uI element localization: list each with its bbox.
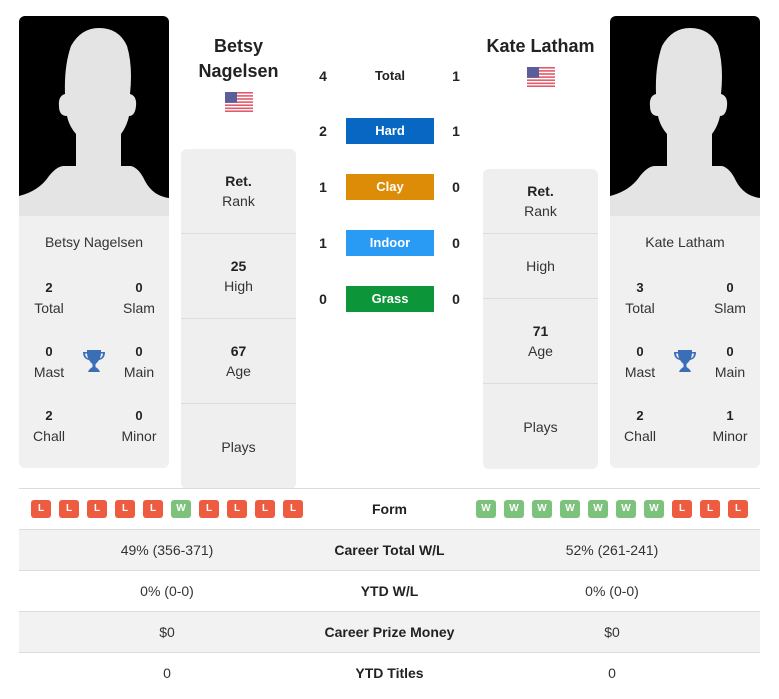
form-result-badge[interactable]: L	[283, 500, 303, 518]
player2-photo	[610, 16, 760, 216]
player1-card: Betsy Nagelsen 2 Total 0 Slam 0 Mast 0 M…	[19, 16, 169, 468]
form-result-badge[interactable]: L	[31, 500, 51, 518]
player1-titles: 2 Total 0 Slam 0 Mast 0 Main 2 Chall 0 M…	[19, 278, 169, 458]
form-row: LLLLLWLLLL Form WWWWWWWLLL	[19, 488, 760, 529]
form-result-badge[interactable]: W	[532, 500, 552, 518]
silhouette-icon	[610, 28, 760, 216]
table-row: 49% (356-371) Career Total W/L 52% (261-…	[19, 529, 760, 570]
form-result-badge[interactable]: W	[616, 500, 636, 518]
us-flag-icon	[225, 92, 253, 112]
player2-name[interactable]: Kate Latham	[478, 34, 603, 59]
table-row: 0% (0-0) YTD W/L 0% (0-0)	[19, 570, 760, 611]
player1-card-name: Betsy Nagelsen	[44, 234, 144, 250]
player2-card: Kate Latham 3 Total 0 Slam 0 Mast 0 Main…	[610, 16, 760, 468]
stat-age: 71 Age	[483, 299, 598, 384]
h2h-hard-row: 2 Hard 1	[310, 118, 470, 144]
player1-photo	[19, 16, 169, 216]
us-flag-icon	[527, 67, 555, 87]
player2-form: WWWWWWWLLL	[464, 500, 760, 518]
titles-minor: 1 Minor	[712, 408, 748, 444]
form-result-badge[interactable]: L	[59, 500, 79, 518]
form-result-badge[interactable]: L	[143, 500, 163, 518]
player1-stats: Ret. Rank 25 High 67 Age Plays	[181, 149, 296, 489]
titles-chall: 2 Chall	[624, 408, 656, 444]
titles-total: 2 Total	[34, 280, 64, 316]
form-label: Form	[372, 501, 407, 517]
trophy-icon	[674, 350, 696, 372]
form-result-badge[interactable]: W	[644, 500, 664, 518]
stat-high: High	[483, 234, 598, 299]
player1-name[interactable]: Betsy Nagelsen	[176, 34, 301, 84]
h2h-grass-row: 0 Grass 0	[310, 286, 470, 312]
player2-card-name: Kate Latham	[645, 234, 725, 250]
table-row: $0 Career Prize Money $0	[19, 611, 760, 652]
titles-chall: 2 Chall	[33, 408, 65, 444]
form-result-badge[interactable]: L	[255, 500, 275, 518]
player2-titles: 3 Total 0 Slam 0 Mast 0 Main 2 Chall 1 M…	[610, 278, 760, 458]
surface-indoor-badge[interactable]: Indoor	[346, 230, 434, 256]
titles-mast: 0 Mast	[33, 344, 65, 380]
form-result-badge[interactable]: L	[700, 500, 720, 518]
stat-rank: Ret. Rank	[483, 169, 598, 234]
h2h-indoor-row: 1 Indoor 0	[310, 230, 470, 256]
form-result-badge[interactable]: W	[504, 500, 524, 518]
form-result-badge[interactable]: L	[728, 500, 748, 518]
form-result-badge[interactable]: W	[171, 500, 191, 518]
form-result-badge[interactable]: W	[560, 500, 580, 518]
stat-age: 67 Age	[181, 319, 296, 404]
form-result-badge[interactable]: W	[588, 500, 608, 518]
titles-minor: 0 Minor	[121, 408, 157, 444]
titles-slam: 0 Slam	[714, 280, 746, 316]
stat-plays: Plays	[221, 438, 256, 455]
surface-grass-badge[interactable]: Grass	[346, 286, 434, 312]
titles-slam: 0 Slam	[123, 280, 155, 316]
form-result-badge[interactable]: L	[87, 500, 107, 518]
silhouette-icon	[19, 28, 169, 216]
form-result-badge[interactable]: L	[672, 500, 692, 518]
trophy-icon	[83, 350, 105, 372]
stat-high: 25 High	[181, 234, 296, 319]
surface-clay-badge[interactable]: Clay	[346, 174, 434, 200]
stat-rank: Ret. Rank	[181, 149, 296, 234]
h2h-clay-row: 1 Clay 0	[310, 174, 470, 200]
comparison-table: LLLLLWLLLL Form WWWWWWWLLL 49% (356-371)…	[19, 488, 760, 693]
titles-mast: 0 Mast	[624, 344, 656, 380]
surface-hard-badge[interactable]: Hard	[346, 118, 434, 144]
h2h-total-row: 4 Total 1	[319, 68, 460, 84]
player2-stats: Ret. Rank High 71 Age Plays	[483, 169, 598, 469]
titles-main: 0 Main	[123, 344, 155, 380]
form-result-badge[interactable]: L	[115, 500, 135, 518]
titles-total: 3 Total	[625, 280, 655, 316]
titles-main: 0 Main	[714, 344, 746, 380]
table-row: 0 YTD Titles 0	[19, 652, 760, 693]
player1-form: LLLLLWLLLL	[19, 500, 315, 518]
stat-plays: Plays	[523, 418, 558, 435]
form-result-badge[interactable]: L	[199, 500, 219, 518]
form-result-badge[interactable]: L	[227, 500, 247, 518]
form-result-badge[interactable]: W	[476, 500, 496, 518]
